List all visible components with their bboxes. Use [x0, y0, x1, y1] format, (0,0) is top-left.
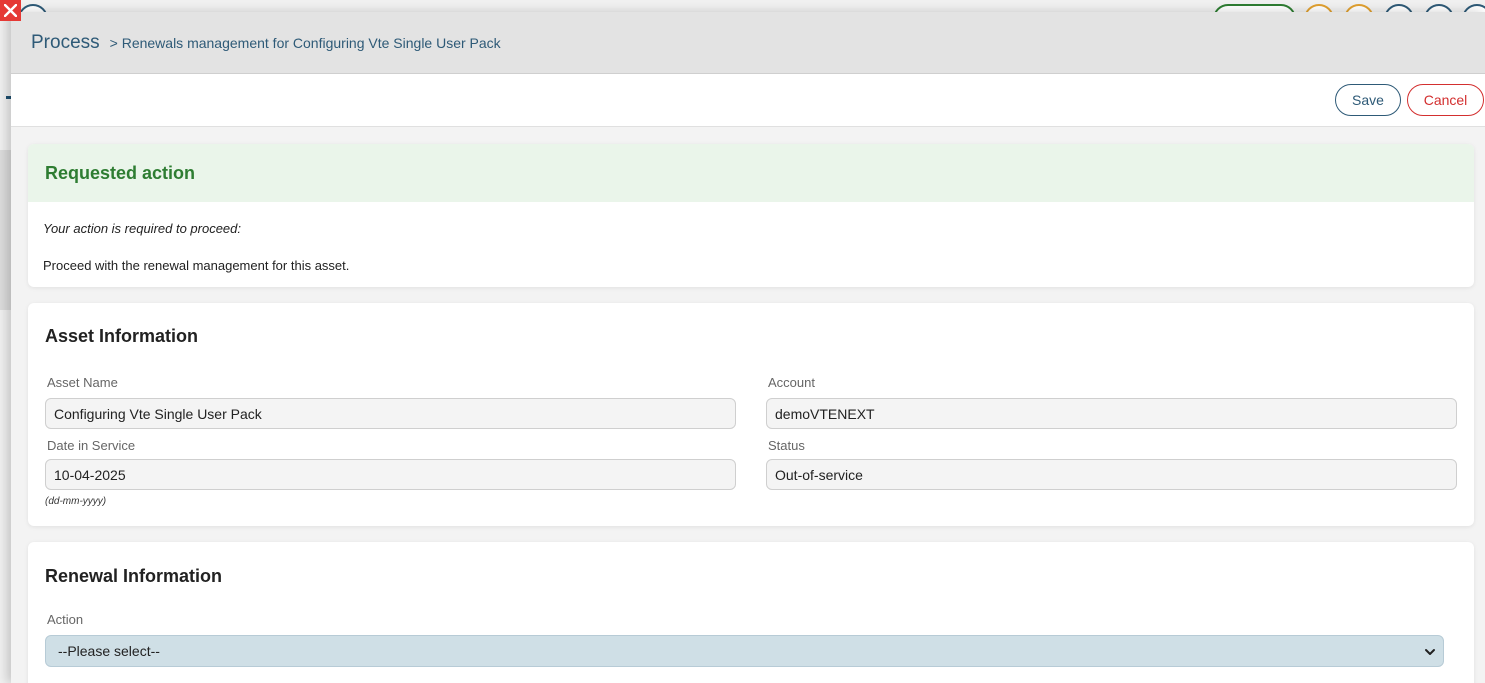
- requested-action-card: Requested action Your action is required…: [28, 144, 1474, 287]
- action-label: Action: [47, 612, 84, 627]
- background-panel: [0, 150, 11, 310]
- save-button[interactable]: Save: [1335, 84, 1401, 116]
- close-button[interactable]: [0, 0, 21, 21]
- chevron-down-icon: [1425, 649, 1435, 655]
- account-field[interactable]: demoVTENEXT: [766, 398, 1457, 429]
- asset-information-title: Asset Information: [45, 326, 199, 346]
- asset-information-card: Asset Information Asset Name Configuring…: [28, 303, 1474, 526]
- requested-action-header: Requested action: [28, 144, 1474, 202]
- renewal-information-card: Renewal Information Action --Please sele…: [28, 542, 1474, 683]
- requested-action-title: Requested action: [45, 162, 196, 183]
- status-field[interactable]: Out-of-service: [766, 459, 1457, 490]
- action-select-value: --Please select--: [58, 643, 160, 659]
- breadcrumb: > Renewals management for Configuring Vt…: [109, 34, 501, 51]
- modal-header: Process > Renewals management for Config…: [11, 12, 1485, 74]
- process-modal: Process > Renewals management for Config…: [11, 12, 1485, 683]
- requested-action-text: Proceed with the renewal management for …: [43, 258, 350, 273]
- account-label: Account: [768, 375, 815, 390]
- date-format-hint: (dd-mm-yyyy): [45, 496, 107, 507]
- requested-action-note: Your action is required to proceed:: [43, 221, 242, 236]
- status-label: Status: [768, 438, 805, 453]
- asset-name-label: Asset Name: [47, 375, 118, 390]
- date-in-service-field[interactable]: 10-04-2025: [45, 459, 736, 490]
- action-select[interactable]: --Please select--: [45, 635, 1444, 667]
- date-in-service-label: Date in Service: [47, 438, 136, 453]
- toolbar: Save Cancel: [11, 74, 1485, 127]
- asset-name-field[interactable]: Configuring Vte Single User Pack: [45, 398, 736, 429]
- renewal-information-title: Renewal Information: [45, 566, 223, 586]
- close-icon: [4, 4, 17, 17]
- cancel-button[interactable]: Cancel: [1407, 84, 1484, 116]
- page-title: Process: [31, 31, 100, 53]
